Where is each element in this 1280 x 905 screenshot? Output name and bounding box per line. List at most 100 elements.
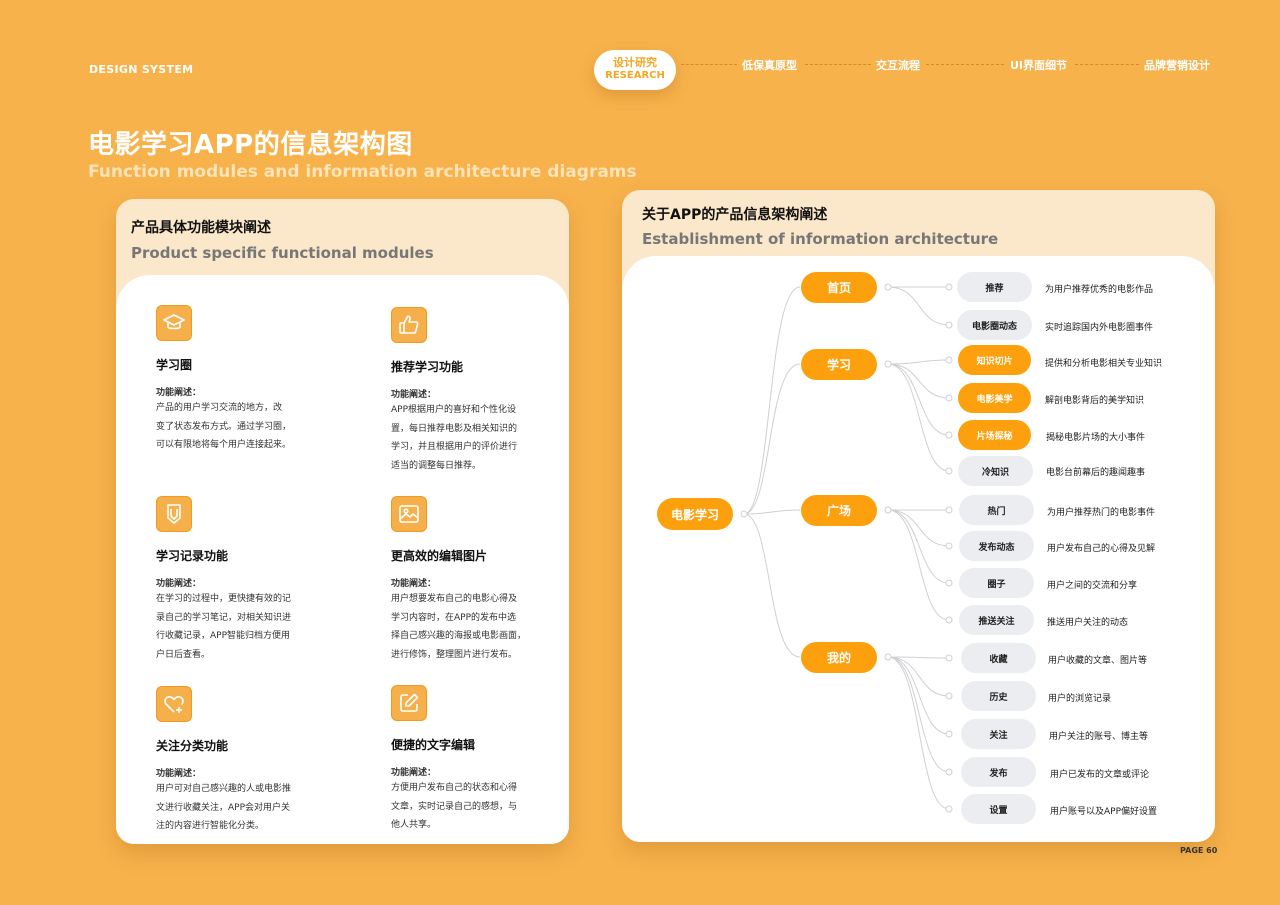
nav-tab-ui-detail[interactable]: UI界面细节	[1010, 57, 1067, 73]
functional-modules-card: 产品具体功能模块阐述 Product specific functional m…	[116, 199, 569, 844]
feature-description: 产品的用户学习交流的地方，改 变了状态发布方式。通过学习圈， 可以有限地将每个用…	[156, 399, 306, 455]
page-title: 电影学习APP的信息架构图	[88, 130, 413, 160]
pencil-record-icon	[156, 496, 192, 532]
leaf-node: 圈子	[959, 568, 1034, 598]
branch-node-square: 广场	[801, 495, 877, 526]
info-architecture-card: 关于APP的产品信息架构阐述 Establishment of informat…	[622, 190, 1215, 842]
feature-name: 便捷的文字编辑	[391, 738, 476, 752]
feature-description: 用户想要发布自己的电影心得及 学习内容时，在APP的发布中选 择自己感兴趣的海报…	[391, 590, 541, 664]
desc-line: 进行修饰，整理图片进行发布。	[391, 649, 518, 660]
leaf-description: 用户账号以及APP偏好设置	[1050, 807, 1158, 817]
leaf-node: 电影美学	[958, 383, 1031, 413]
leaf-description: 用户收藏的文章、图片等	[1048, 656, 1148, 666]
leaf-node: 历史	[961, 681, 1036, 711]
leaf-node: 推荐	[957, 272, 1032, 302]
leaf-description: 用户之间的交流和分享	[1047, 581, 1138, 591]
nav-divider	[681, 64, 737, 65]
feature-label: 功能阐述：	[156, 579, 202, 589]
page-subtitle: Function modules and information archite…	[88, 162, 637, 182]
leaf-node: 发布	[961, 757, 1036, 787]
nav-divider	[805, 64, 871, 65]
leaf-description: 用户的浏览记录	[1048, 694, 1112, 704]
feature-label: 功能阐述：	[391, 579, 437, 589]
feature-label: 功能阐述：	[391, 768, 437, 778]
feature-item: 关注分类功能 功能阐述： 用户可对自己感兴趣的人或电影推 文进行收藏关注，APP…	[156, 686, 306, 836]
desc-line: 注的内容进行智能化分类。	[156, 821, 265, 831]
desc-line: 行收藏记录，APP智能归档方便用	[156, 631, 291, 641]
feature-item: 便捷的文字编辑 功能阐述： 方便用户发布自己的状态和心得 文章，实时记录自己的感…	[391, 685, 541, 835]
feature-description: 方便用户发布自己的状态和心得 文章，实时记录自己的感想，与 他人共享。	[391, 779, 541, 835]
branch-node-study: 学习	[801, 349, 877, 380]
leaf-node: 推送关注	[959, 605, 1034, 635]
feature-name: 关注分类功能	[156, 739, 229, 753]
thumbs-up-icon	[391, 307, 427, 343]
feature-item: 学习记录功能 功能阐述： 在学习的过程中，更快捷有效的记 录自己的学习笔记，对相…	[156, 496, 306, 664]
leaf-description: 用户发布自己的心得及见解	[1047, 544, 1156, 554]
desc-line: 文章，实时记录自己的感想，与	[391, 801, 518, 812]
desc-line: 适当的调整每日推荐。	[391, 460, 482, 471]
nav-tab-lofi[interactable]: 低保真原型	[742, 57, 797, 73]
leaf-node: 冷知识	[958, 456, 1033, 486]
edit-icon	[391, 685, 427, 721]
heart-plus-icon	[156, 686, 192, 722]
card-subtitle: Product specific functional modules	[131, 244, 434, 262]
leaf-description: 揭秘电影片场的大小事件	[1046, 433, 1146, 443]
leaf-description: 推送用户关注的动态	[1047, 618, 1129, 628]
feature-label: 功能阐述：	[391, 390, 437, 400]
desc-line: 在学习的过程中，更快捷有效的记	[156, 594, 292, 604]
feature-name: 推荐学习功能	[391, 360, 464, 374]
leaf-description: 提供和分析电影相关专业知识	[1045, 359, 1163, 369]
desc-line: 用户可对自己感兴趣的人或电影推	[156, 784, 292, 794]
feature-description: 用户可对自己感兴趣的人或电影推 文进行收藏关注，APP会对用户关 注的内容进行智…	[156, 780, 306, 836]
desc-line: 变了状态发布方式。通过学习圈，	[156, 421, 292, 432]
feature-label: 功能阐述：	[156, 769, 202, 779]
image-icon	[391, 496, 427, 532]
feature-item: 推荐学习功能 功能阐述： APP根据用户的喜好和个性化设 置，每日推荐电影及相关…	[391, 307, 541, 475]
page-number: PAGE 60	[1180, 846, 1218, 855]
desc-line: 产品的用户学习交流的地方，改	[156, 403, 283, 413]
desc-line: 录自己的学习笔记，对相关知识进	[156, 612, 292, 623]
nav-divider	[926, 64, 1004, 65]
feature-item: 学习圈 功能阐述： 产品的用户学习交流的地方，改 变了状态发布方式。通过学习圈，…	[156, 305, 306, 455]
nav-active-label-cn: 设计研究	[613, 56, 657, 69]
leaf-description: 为用户推荐优秀的电影作品	[1045, 285, 1154, 295]
feature-name: 学习记录功能	[156, 549, 229, 563]
leaf-description: 用户已发布的文章或评论	[1050, 770, 1150, 780]
branch-node-mine: 我的	[801, 642, 877, 673]
leaf-node: 片场探秘	[958, 420, 1031, 450]
graduation-cap-icon	[156, 305, 192, 341]
nav-tab-brand[interactable]: 品牌营销设计	[1144, 57, 1210, 73]
leaf-description: 解剖电影背后的美学知识	[1045, 396, 1145, 406]
root-node: 电影学习	[657, 498, 733, 530]
desc-line: APP根据用户的喜好和个性化设	[391, 405, 517, 415]
leaf-node: 关注	[961, 719, 1036, 749]
desc-line: 置，每日推荐电影及相关知识的	[391, 423, 518, 434]
feature-item: 更高效的编辑图片 功能阐述： 用户想要发布自己的电影心得及 学习内容时，在APP…	[391, 496, 541, 664]
leaf-description: 实时追踪国内外电影圈事件	[1045, 323, 1154, 333]
leaf-node: 知识切片	[958, 345, 1031, 375]
desc-line: 择自己感兴趣的海报或电影画面，	[391, 631, 527, 641]
desc-line: 可以有限地将每个用户连接起来。	[156, 440, 292, 450]
leaf-node: 电影圈动态	[957, 310, 1032, 340]
leaf-description: 用户关注的账号、博主等	[1049, 732, 1149, 742]
leaf-node: 设置	[961, 794, 1036, 824]
brand-label: DESIGN SYSTEM	[89, 63, 194, 76]
nav-tab-research[interactable]: 设计研究 RESEARCH	[594, 50, 676, 90]
feature-name: 更高效的编辑图片	[391, 549, 488, 563]
desc-line: 用户想要发布自己的电影心得及	[391, 594, 518, 604]
feature-description: 在学习的过程中，更快捷有效的记 录自己的学习笔记，对相关知识进 行收藏记录，AP…	[156, 590, 306, 664]
feature-label: 功能阐述：	[156, 388, 202, 398]
leaf-node: 热门	[959, 495, 1034, 525]
nav-tab-interaction[interactable]: 交互流程	[876, 57, 920, 73]
card-body: 学习圈 功能阐述： 产品的用户学习交流的地方，改 变了状态发布方式。通过学习圈，…	[116, 275, 569, 844]
nav-active-label-en: RESEARCH	[605, 70, 665, 81]
leaf-description: 电影台前幕后的趣闻趣事	[1046, 468, 1146, 478]
branch-node-home: 首页	[801, 272, 877, 303]
leaf-node: 发布动态	[959, 531, 1034, 561]
desc-line: 方便用户发布自己的状态和心得	[391, 783, 518, 793]
desc-line: 户日后查看。	[156, 649, 211, 660]
desc-line: 他人共享。	[391, 820, 437, 830]
desc-line: 文进行收藏关注，APP会对用户关	[156, 802, 291, 813]
feature-description: APP根据用户的喜好和个性化设 置，每日推荐电影及相关知识的 学习，并且根据用户…	[391, 401, 541, 475]
desc-line: 学习内容时，在APP的发布中选	[391, 612, 517, 623]
